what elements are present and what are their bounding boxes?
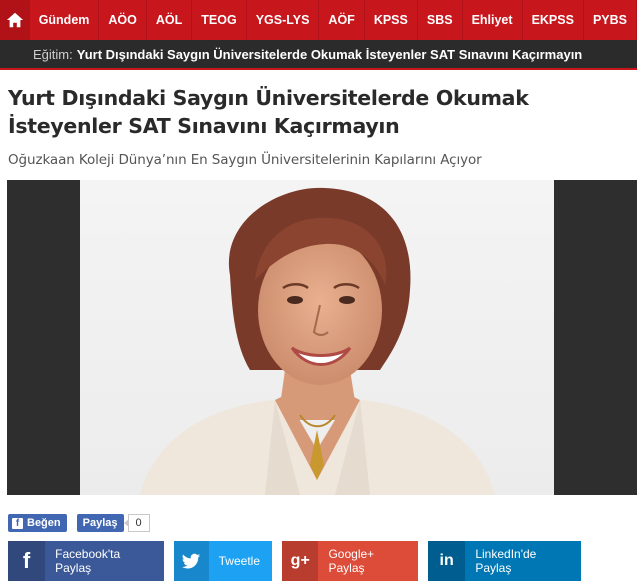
nav-item-gundem[interactable]: Gündem [30, 0, 100, 40]
portrait-illustration [140, 187, 495, 495]
nav-item-ekpss[interactable]: EKPSS [523, 0, 584, 40]
nav-item-kpss[interactable]: KPSS [365, 0, 418, 40]
facebook-icon: f [12, 517, 23, 529]
small-share-bar: f Beğen Paylaş 0 [8, 514, 150, 532]
ticker-label: Eğitim: [33, 46, 73, 62]
linkedin-share-label: LinkedIn'de Paylaş [475, 547, 537, 575]
nav-item-aol[interactable]: AÖL [147, 0, 193, 40]
nav-item-ehliyet[interactable]: Ehliyet [463, 0, 523, 40]
article-subtitle: Oğuzkaan Koleji Dünya’nın En Saygın Üniv… [8, 152, 482, 168]
twitter-share-label: Tweetle [218, 554, 260, 568]
nav-item-ygs-lys[interactable]: YGS-LYS [247, 0, 320, 40]
twitter-icon [174, 541, 209, 581]
linkedin-share-button[interactable]: in LinkedIn'de Paylaş [428, 541, 581, 581]
facebook-like-button[interactable]: f Beğen [8, 514, 67, 532]
share-count: 0 [123, 514, 150, 532]
nav-item-pybs[interactable]: PYBS [584, 0, 637, 40]
twitter-share-button[interactable]: Tweetle [174, 541, 272, 581]
news-ticker: Eğitim: Yurt Dışındaki Saygın Üniversite… [0, 40, 637, 70]
home-button[interactable] [0, 0, 30, 40]
article-photo [80, 180, 554, 495]
home-icon [6, 12, 23, 28]
nav-item-aoo[interactable]: AÖO [99, 0, 147, 40]
like-label: Beğen [27, 517, 61, 529]
share-button[interactable]: Paylaş [76, 514, 124, 532]
ticker-headline-link[interactable]: Yurt Dışındaki Saygın Üniversitelerde Ok… [77, 47, 583, 62]
facebook-icon: f [8, 541, 46, 581]
article-image-frame [7, 180, 637, 495]
googleplus-share-label: Google+ Paylaş [328, 547, 375, 575]
nav-item-aof[interactable]: AÖF [319, 0, 365, 40]
share-buttons-bar: f Facebook'ta Paylaş Tweetle g+ Google+ … [8, 541, 581, 581]
nav-item-sbs[interactable]: SBS [418, 0, 463, 40]
googleplus-share-button[interactable]: g+ Google+ Paylaş [282, 541, 418, 581]
facebook-share-label: Facebook'ta Paylaş [55, 547, 121, 575]
nav-item-teog[interactable]: TEOG [192, 0, 247, 40]
top-navigation: Gündem AÖO AÖL TEOG YGS-LYS AÖF KPSS SBS… [0, 0, 637, 40]
facebook-share-button[interactable]: f Facebook'ta Paylaş [8, 541, 164, 581]
googleplus-icon: g+ [282, 541, 319, 581]
article-title: Yurt Dışındaki Saygın Üniversitelerde Ok… [8, 86, 529, 138]
linkedin-icon: in [428, 541, 466, 581]
